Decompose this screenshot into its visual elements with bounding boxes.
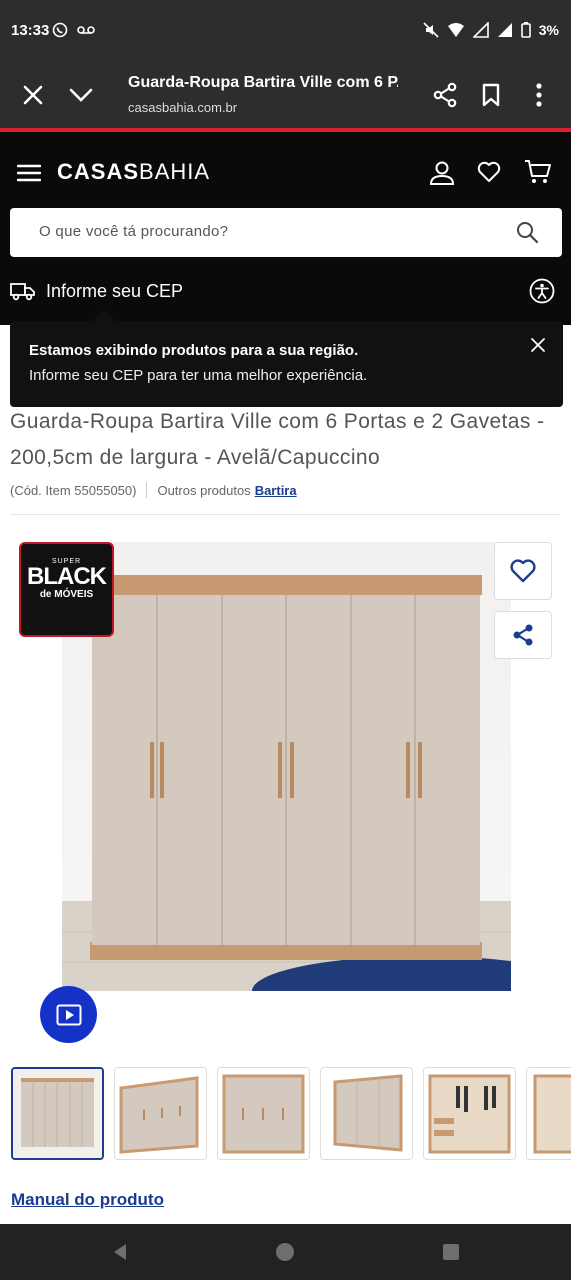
- region-tooltip: Estamos exibindo produtos para a sua reg…: [10, 309, 563, 407]
- page-title: Guarda-Roupa Bartira Ville com 6 P...: [128, 74, 398, 91]
- signal-icon-2: [497, 23, 512, 37]
- share-button[interactable]: [494, 611, 552, 659]
- play-video-icon: [56, 1004, 81, 1025]
- home-icon[interactable]: [275, 1242, 295, 1262]
- status-time: 13:33: [11, 22, 50, 39]
- close-icon[interactable]: [530, 337, 546, 353]
- share-icon[interactable]: [432, 82, 458, 108]
- favorite-button[interactable]: [494, 542, 552, 600]
- back-icon[interactable]: [110, 1242, 130, 1262]
- thumbnail[interactable]: [320, 1067, 413, 1160]
- wardrobe-illustration: [62, 575, 511, 991]
- chevron-down-icon[interactable]: [68, 84, 94, 106]
- brand-link[interactable]: Bartira: [255, 483, 297, 498]
- thumbnail-image: [13, 1069, 102, 1158]
- thumbnail-carousel[interactable]: [11, 1067, 571, 1161]
- truck-icon: [10, 283, 35, 301]
- product-meta: (Cód. Item 55055050) Outros produtos Bar…: [10, 482, 297, 498]
- cep-button[interactable]: Informe seu CEP: [10, 277, 183, 305]
- video-button[interactable]: [40, 986, 97, 1043]
- black-friday-badge: SUPER BLACK de MÓVEIS: [19, 542, 114, 637]
- site-header: CASASBAHIA O que você tá procurando? Inf…: [0, 132, 571, 325]
- thumbnail[interactable]: [526, 1067, 571, 1160]
- divider: [146, 482, 148, 498]
- user-icon[interactable]: [429, 160, 455, 186]
- thumbnail-image: [115, 1068, 206, 1159]
- wifi-icon: [447, 23, 464, 37]
- close-icon[interactable]: [20, 82, 46, 108]
- product-title: Guarda-Roupa Bartira Ville com 6 Portas …: [10, 410, 545, 469]
- tooltip-text: Informe seu CEP para ter uma melhor expe…: [29, 367, 368, 384]
- thumbnail-image: [424, 1068, 515, 1159]
- signal-icon: [472, 22, 489, 38]
- battery-icon: [520, 22, 531, 38]
- logo-bold: CASAS: [57, 159, 140, 184]
- site-logo[interactable]: CASASBAHIA: [57, 159, 210, 185]
- search-input[interactable]: O que você tá procurando?: [10, 208, 562, 257]
- thumbnail[interactable]: [217, 1067, 310, 1160]
- more-options-icon[interactable]: [528, 82, 550, 108]
- share-icon: [513, 624, 533, 646]
- logo-regular: BAHIA: [139, 159, 211, 184]
- battery-level: 3%: [538, 22, 559, 38]
- status-bar: 13:33 3%: [0, 0, 571, 62]
- tooltip-title: Estamos exibindo produtos para a sua reg…: [29, 342, 359, 359]
- android-nav-bar: [0, 1224, 571, 1280]
- wishlist-icon[interactable]: [477, 161, 501, 183]
- thumbnail[interactable]: [114, 1067, 207, 1160]
- thumbnail-image: [218, 1068, 309, 1159]
- item-code: (Cód. Item 55055050): [10, 482, 137, 498]
- page-url: casasbahia.com.br: [128, 100, 238, 115]
- search-placeholder: O que você tá procurando?: [39, 223, 229, 240]
- recents-icon[interactable]: [442, 1243, 460, 1261]
- thumbnail[interactable]: [423, 1067, 516, 1160]
- divider: [10, 514, 561, 515]
- accessibility-icon[interactable]: [529, 278, 555, 304]
- badge-big-text: BLACK: [27, 563, 107, 590]
- voicemail-icon: [77, 26, 95, 34]
- bookmark-icon[interactable]: [480, 82, 502, 108]
- heart-icon: [510, 559, 536, 583]
- browser-toolbar: Guarda-Roupa Bartira Ville com 6 P... ca…: [0, 62, 571, 128]
- badge-sub-text: de MÓVEIS: [39, 589, 94, 600]
- whatsapp-icon: [52, 22, 68, 38]
- cart-icon[interactable]: [524, 159, 552, 185]
- thumbnail[interactable]: [11, 1067, 104, 1160]
- search-icon[interactable]: [516, 221, 538, 243]
- menu-icon[interactable]: [17, 164, 41, 182]
- other-products-label: Outros produtos: [157, 482, 251, 498]
- mute-icon: [423, 22, 439, 38]
- cep-label: Informe seu CEP: [46, 280, 184, 301]
- product-manual-link[interactable]: Manual do produto: [11, 1190, 164, 1210]
- thumbnail-image: [321, 1068, 412, 1159]
- thumbnail-image: [527, 1068, 571, 1159]
- product-image[interactable]: [62, 542, 511, 991]
